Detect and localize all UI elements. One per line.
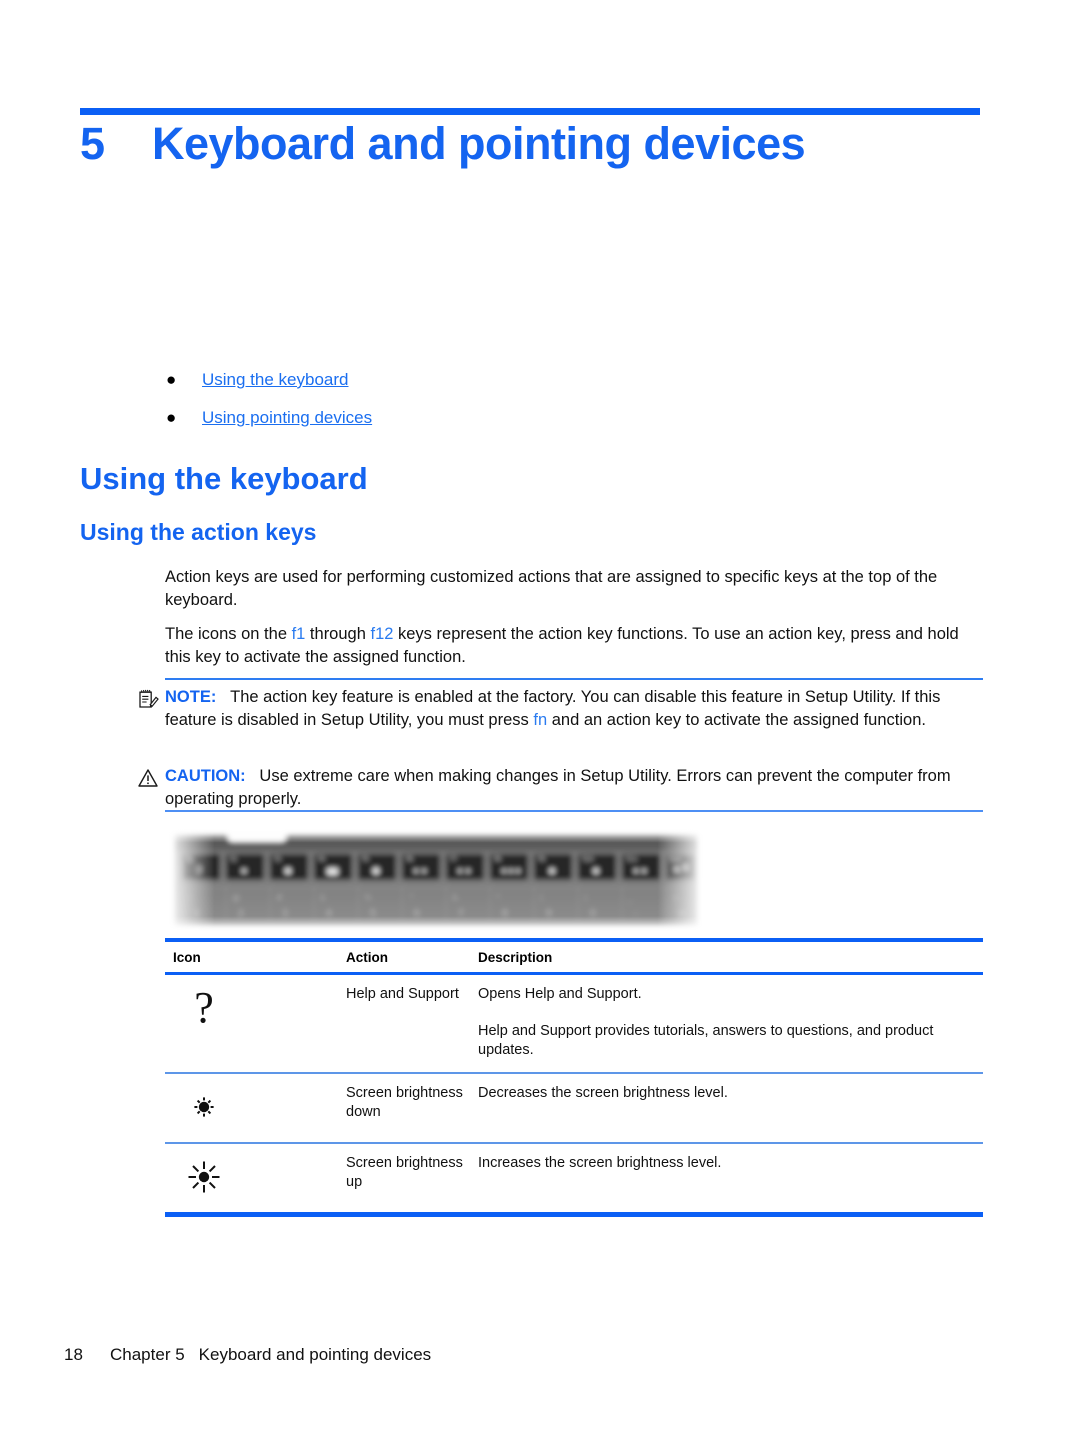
caution-text: CAUTION: Use extreme care when making ch… [137, 765, 985, 811]
column-header-icon: Icon [173, 950, 201, 965]
list-item: ● Using pointing devices [160, 406, 860, 432]
column-header-action: Action [346, 950, 388, 965]
row-description-line: Decreases the screen brightness level. [478, 1085, 728, 1101]
link-using-pointing-devices[interactable]: Using pointing devices [202, 406, 372, 430]
body-paragraph-2: The icons on the f1 through f12 keys rep… [165, 623, 983, 669]
row-description-line: Help and Support provides tutorials, ans… [478, 1023, 934, 1058]
page-footer: 18 Chapter 5 Keyboard and pointing devices [64, 1345, 431, 1365]
row-action-label: Help and Support [346, 986, 459, 1002]
caution-admonition: CAUTION: Use extreme care when making ch… [137, 765, 985, 811]
row-description-line: Opens Help and Support. [478, 986, 642, 1002]
table-row: Screen brightness down Decreases the scr… [165, 1074, 983, 1142]
bullet-icon: ● [166, 408, 177, 427]
section-link-list: ● Using the keyboard ● Using pointing de… [160, 368, 860, 444]
note-icon [137, 688, 159, 710]
footer-title: Keyboard and pointing devices [198, 1345, 432, 1364]
table-row: ? Help and Support Opens Help and Suppor… [165, 975, 983, 1072]
section-heading-using-the-keyboard: Using the keyboard [80, 461, 368, 496]
question-mark-glyph: ? [194, 983, 214, 1032]
column-header-description: Description [478, 950, 553, 965]
row-icon-cell: ? [165, 985, 346, 1031]
table-row: Screen brightness up Increases the scree… [165, 1144, 983, 1212]
note-admonition: NOTE: The action key feature is enabled … [137, 686, 985, 732]
brightness-up-icon [173, 1154, 235, 1200]
bullet-icon: ● [166, 370, 177, 389]
row-icon-cell [165, 1084, 346, 1130]
note-label: NOTE: [165, 688, 217, 706]
warning-triangle-icon [137, 768, 159, 788]
body-paragraph-1: Action keys are used for performing cust… [165, 568, 938, 609]
note-text: NOTE: The action key feature is enabled … [137, 686, 985, 732]
chapter-title-text: Keyboard and pointing devices [152, 118, 806, 169]
key-label-fn: fn [533, 711, 548, 729]
note-text-b: and an action key to activate the assign… [547, 711, 926, 729]
chapter-number: 5 [80, 118, 105, 169]
document-page: 5 Keyboard and pointing devices ● Using t… [0, 0, 1080, 1437]
link-using-the-keyboard[interactable]: Using the keyboard [202, 368, 348, 392]
subsection-heading-using-the-action-keys: Using the action keys [80, 519, 317, 545]
table-bottom-rule [165, 1212, 983, 1217]
keyboard-function-row-photo: f1f2f3 f4f5f6 f7f8f9 f10f11f12 ? [166, 828, 706, 933]
caution-text-body: Use extreme care when making changes in … [165, 767, 951, 808]
caution-bottom-rule [165, 810, 983, 812]
footer-page-number: 18 [64, 1345, 83, 1364]
note-top-rule [165, 678, 983, 680]
row-action-label: Screen brightness up [346, 1155, 463, 1190]
caution-label: CAUTION: [165, 767, 246, 785]
list-item: ● Using the keyboard [160, 368, 860, 394]
paragraph-text: through [305, 625, 371, 643]
row-description-line: Increases the screen brightness level. [478, 1155, 722, 1171]
paragraph-text: The icons on the [165, 625, 292, 643]
key-label-f12: f12 [370, 625, 394, 643]
row-action-label: Screen brightness down [346, 1085, 463, 1120]
row-description: Opens Help and Support. Help and Support… [478, 985, 983, 1060]
row-description: Increases the screen brightness level. [478, 1154, 983, 1173]
action-keys-table: Icon Action Description ? Help and Suppo… [165, 938, 983, 1217]
brightness-down-icon [173, 1084, 235, 1130]
table-header-row: Icon Action Description [165, 942, 983, 972]
footer-chapter: Chapter 5 [110, 1345, 185, 1364]
row-icon-cell [165, 1154, 346, 1200]
page-title: 5 Keyboard and pointing devices [80, 118, 980, 170]
row-description: Decreases the screen brightness level. [478, 1084, 983, 1103]
key-label-f1: f1 [291, 625, 306, 643]
chapter-title-rule [80, 108, 980, 115]
question-mark-icon: ? [173, 985, 235, 1031]
